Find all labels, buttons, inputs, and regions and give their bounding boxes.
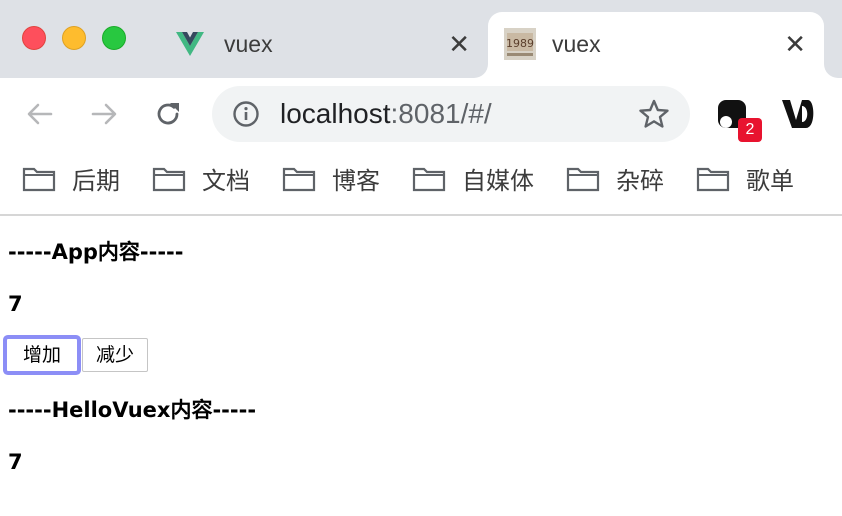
arrow-left-icon (27, 103, 53, 125)
folder-icon (282, 167, 316, 192)
window-zoom-button[interactable] (102, 26, 126, 50)
hellovuex-count: 7 (8, 450, 23, 474)
url-path: :8081/#/ (390, 98, 492, 129)
increment-button[interactable]: 增加 (6, 338, 78, 372)
star-icon[interactable] (638, 98, 670, 130)
folder-icon (22, 167, 56, 192)
vd-extension-icon[interactable] (780, 96, 816, 132)
forward-button[interactable] (84, 94, 124, 134)
bookmark-label: 博客 (332, 166, 380, 195)
bookmark-label: 杂碎 (616, 166, 664, 195)
folder-icon (152, 167, 186, 192)
browser-toolbar: localhost:8081/#/ 2 (0, 78, 842, 150)
tab-close-icon[interactable]: ✕ (448, 28, 470, 60)
tab-close-icon[interactable]: ✕ (784, 28, 806, 60)
album-cover-icon: 1989 (504, 28, 536, 60)
window-close-button[interactable] (22, 26, 46, 50)
bookmark-folder[interactable]: 自媒体 (412, 162, 534, 195)
reload-icon (157, 103, 179, 125)
folder-icon (696, 167, 730, 192)
hellovuex-heading: -----HelloVuex内容----- (8, 398, 257, 422)
tab-inactive[interactable]: vuex ✕ (160, 12, 480, 78)
folder-icon (412, 167, 446, 192)
bookmark-label: 文档 (202, 166, 250, 195)
tab-active[interactable]: 1989 vuex ✕ (488, 12, 824, 78)
tab-title: vuex (552, 31, 601, 57)
url-text[interactable]: localhost:8081/#/ (280, 98, 492, 130)
arrow-right-icon (91, 103, 117, 125)
vue-logo-icon (176, 32, 204, 56)
info-icon[interactable] (232, 100, 260, 128)
folder-icon (566, 167, 600, 192)
bookmark-folder[interactable]: 博客 (282, 162, 380, 195)
bookmarks-bar: 后期 文档 博客 自媒体 杂碎 歌单 (0, 150, 842, 216)
tab-strip: vuex ✕ 1989 vuex ✕ (0, 0, 842, 78)
app-count: 7 (8, 292, 23, 316)
decrement-button[interactable]: 减少 (82, 338, 148, 372)
window-minimize-button[interactable] (62, 26, 86, 50)
url-host: localhost (280, 98, 391, 129)
bookmark-label: 自媒体 (462, 166, 534, 195)
bookmark-folder[interactable]: 后期 (22, 162, 120, 195)
bookmark-folder[interactable]: 文档 (152, 162, 250, 195)
tab-title: vuex (224, 31, 273, 57)
bookmark-label: 后期 (72, 166, 120, 195)
page-content: -----App内容----- 7 增加 减少 -----HelloVuex内容… (0, 216, 842, 516)
back-button[interactable] (20, 94, 60, 134)
extension-badge: 2 (738, 118, 762, 142)
address-bar[interactable]: localhost:8081/#/ (212, 86, 690, 142)
bookmark-folder[interactable]: 歌单 (696, 162, 794, 195)
app-heading: -----App内容----- (8, 240, 184, 264)
svg-text:1989: 1989 (506, 37, 534, 50)
reload-button[interactable] (148, 94, 188, 134)
bookmark-folder[interactable]: 杂碎 (566, 162, 664, 195)
bookmark-label: 歌单 (746, 166, 794, 195)
